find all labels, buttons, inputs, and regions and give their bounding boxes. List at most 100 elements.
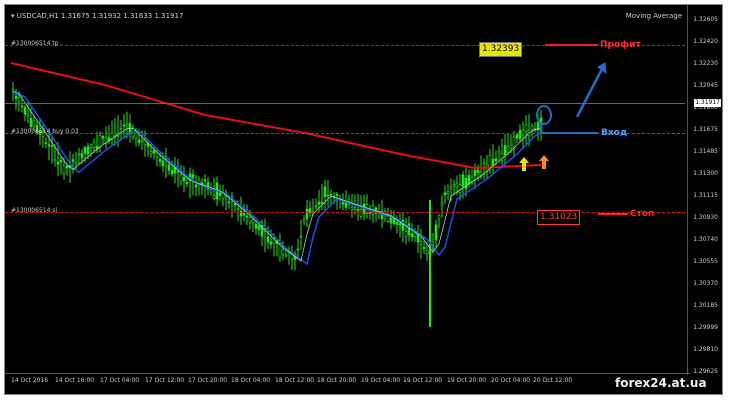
candle-body <box>503 144 507 156</box>
candle-body <box>515 134 519 139</box>
candle-body <box>44 142 48 144</box>
candle-body <box>50 145 54 148</box>
candle-body <box>257 225 261 230</box>
candle-body <box>512 136 516 148</box>
candle-body <box>23 106 27 115</box>
candle-body <box>269 241 273 245</box>
candle-body <box>440 202 444 206</box>
candle-body <box>137 139 141 144</box>
candle-body <box>149 151 153 155</box>
candle-body <box>299 235 303 238</box>
candle-body <box>497 150 501 154</box>
candle-body <box>74 161 78 165</box>
candle-body <box>158 158 162 162</box>
price-tick: 1.32230 <box>693 60 718 67</box>
candle-body <box>329 193 333 196</box>
profit-annotation: Профит <box>600 40 641 50</box>
price-tick: 1.30370 <box>693 280 718 287</box>
stop-loss-label: #130006514 sl <box>11 207 58 214</box>
candle-body <box>410 233 414 238</box>
price-tick: 1.30185 <box>693 302 718 309</box>
candle-body <box>359 209 363 217</box>
candle-body <box>314 205 318 208</box>
candle-body <box>83 147 87 154</box>
price-chart[interactable] <box>5 5 723 395</box>
candle-body <box>281 249 285 255</box>
candle-body <box>464 177 468 189</box>
bid-line <box>5 103 685 104</box>
candle-body <box>476 169 480 173</box>
current-price-badge: 1.31917 <box>694 99 721 107</box>
candle-body <box>452 184 456 187</box>
price-tick: 1.30740 <box>693 236 718 243</box>
candle-body <box>170 170 174 175</box>
buy-arrow-icon <box>519 157 529 171</box>
time-tick: 20 Oct 12:00 <box>533 377 573 384</box>
candle-body <box>470 176 474 182</box>
time-tick: 19 Oct 20:00 <box>447 377 487 384</box>
candle-body <box>101 135 105 139</box>
candle-body <box>326 194 330 197</box>
candle-body <box>506 146 510 153</box>
candle-body <box>356 209 360 211</box>
candle-body <box>245 215 249 218</box>
candle-body <box>80 153 84 159</box>
price-tick: 1.31675 <box>693 126 718 133</box>
time-tick: 18 Oct 12:00 <box>275 377 315 384</box>
candle-body <box>140 139 144 142</box>
candle-body <box>242 213 246 216</box>
entry-line[interactable] <box>5 133 685 134</box>
take-profit-line[interactable] <box>5 45 685 46</box>
candle-body <box>20 105 24 108</box>
time-tick: 17 Oct 04:00 <box>100 377 140 384</box>
symbol-info: ▾ USDCAD,H1 1.31675 1.31932 1.31633 1.31… <box>11 12 184 20</box>
candle-body <box>77 153 81 156</box>
candle-body <box>530 125 534 130</box>
candle-body <box>236 208 240 210</box>
candle-body <box>413 232 417 237</box>
candle-body <box>407 223 411 236</box>
time-tick: 19 Oct 04:00 <box>361 377 401 384</box>
candle-body <box>62 165 66 175</box>
entry-annotation: Вход <box>601 128 628 138</box>
candle-body <box>461 174 465 187</box>
indicator-label: Moving Average <box>625 12 682 20</box>
candle-body <box>185 182 189 185</box>
candle-body <box>518 129 522 140</box>
candle-body <box>494 158 498 162</box>
candle-body <box>248 216 252 223</box>
candle-body <box>455 183 459 188</box>
price-tick: 1.30930 <box>693 214 718 221</box>
candle-body <box>404 230 408 237</box>
entry-label: #130006514 buy 0.03 <box>11 128 79 135</box>
stop-annotation: Стоп <box>630 209 655 219</box>
candle-body <box>155 152 159 158</box>
candle-body <box>317 201 321 205</box>
candle-body <box>344 202 348 208</box>
candle-body <box>437 215 441 220</box>
candle-body <box>305 208 309 219</box>
candle-body <box>335 194 339 196</box>
buy-arrow-icon <box>539 155 549 169</box>
time-axis[interactable]: 14 Oct 2016 14 Oct 16:00 17 Oct 04:00 17… <box>5 373 690 394</box>
chart-window[interactable]: ▾ USDCAD,H1 1.31675 1.31932 1.31633 1.31… <box>4 4 723 395</box>
candle-body <box>227 201 231 204</box>
candle-body <box>71 159 75 162</box>
time-tick: 18 Oct 04:00 <box>231 377 271 384</box>
price-tick: 1.31115 <box>693 192 718 199</box>
candle-body <box>401 219 405 231</box>
candle-body <box>419 241 423 245</box>
candle-body <box>434 224 438 241</box>
candle-body <box>422 247 426 250</box>
price-axis[interactable]: 1.32605 1.32420 1.32230 1.32045 1.31860 … <box>687 5 722 375</box>
candle-body <box>509 144 513 149</box>
candle-body <box>98 135 102 148</box>
stop-loss-line[interactable] <box>5 212 685 213</box>
time-tick: 20 Oct 04:00 <box>491 377 531 384</box>
candle-body <box>122 124 126 127</box>
candle-body <box>350 206 354 210</box>
candle-body <box>353 207 357 210</box>
price-tick: 1.32420 <box>693 38 718 45</box>
candle-body <box>524 124 528 132</box>
candle-body <box>47 144 51 147</box>
